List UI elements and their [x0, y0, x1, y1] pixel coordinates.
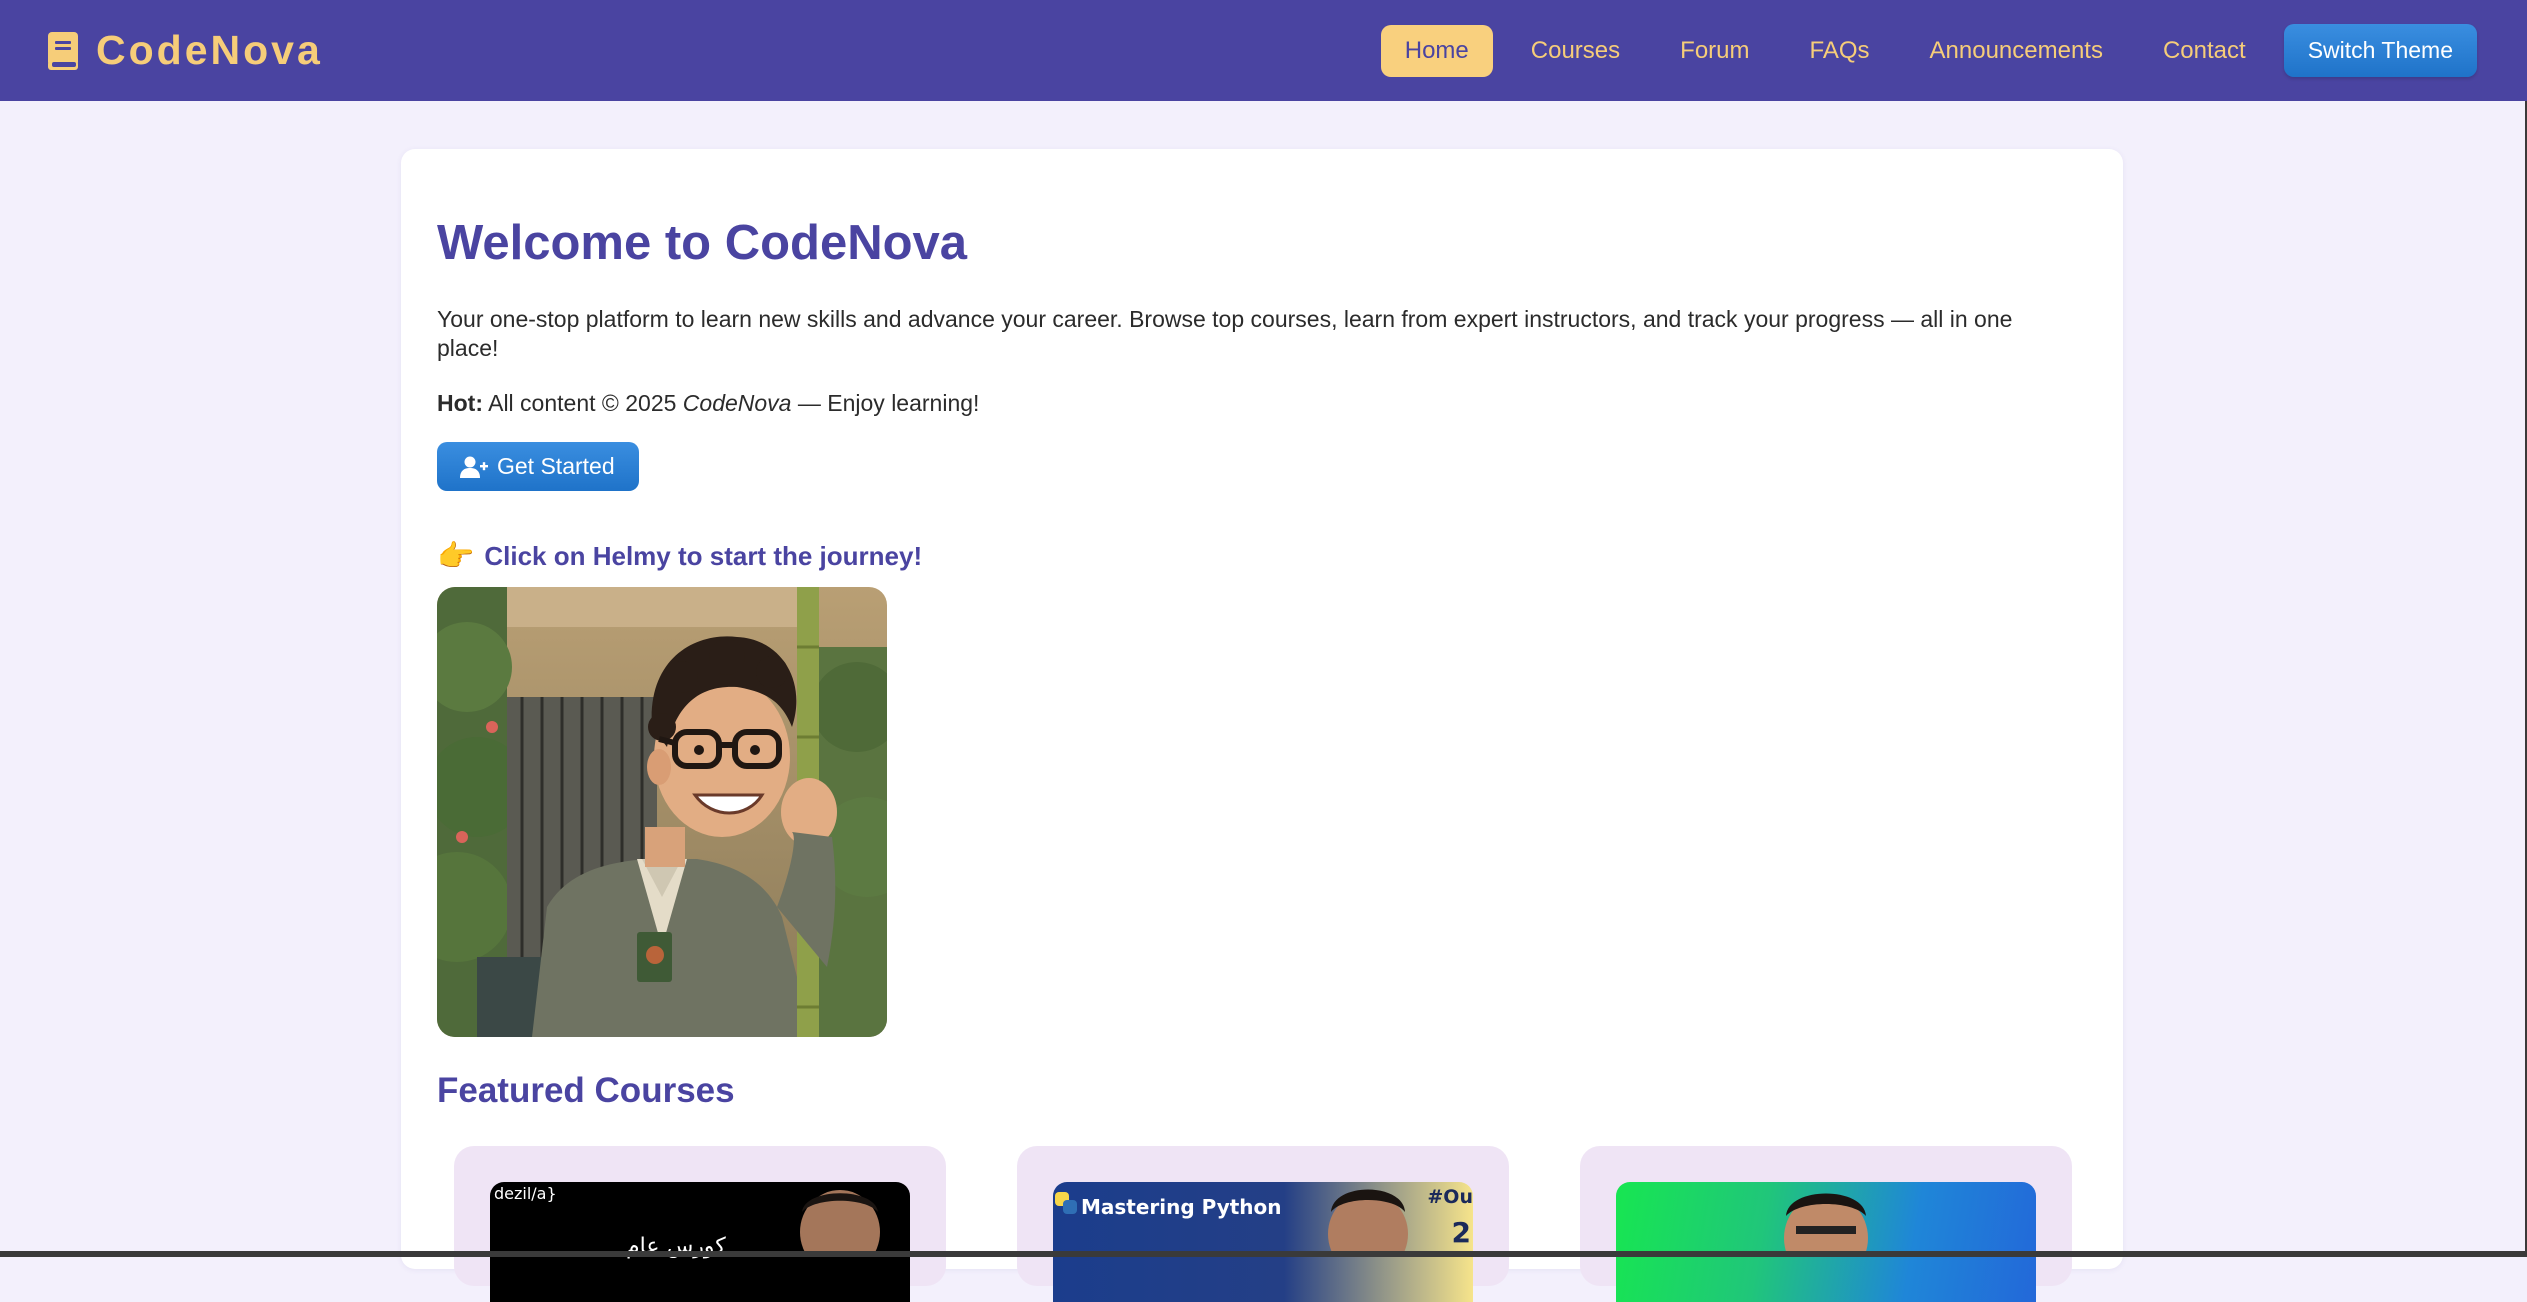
hot-notice: Hot: All content © 2025 CodeNova — Enjoy… — [437, 389, 979, 418]
nav-links: Home Courses Forum FAQs Announcements Co… — [1381, 24, 2477, 77]
switch-theme-button[interactable]: Switch Theme — [2284, 24, 2477, 77]
featured-courses-list: dezil/a} كورس عام Mastering Python #Ou — [454, 1146, 2072, 1266]
brand-name: CodeNova — [96, 27, 323, 74]
course-card[interactable]: dezil/a} كورس عام — [454, 1146, 946, 1286]
python-logo-icon — [1053, 1190, 1081, 1218]
user-plus-icon — [459, 455, 489, 479]
helmy-image[interactable] — [437, 587, 887, 1037]
navbar: CodeNova Home Courses Forum FAQs Announc… — [0, 0, 2527, 101]
course-thumb-code: dezil/a} — [494, 1184, 557, 1203]
course-thumb-badge: #Ou — [1427, 1186, 1473, 1208]
course-thumbnail — [1616, 1182, 2036, 1302]
nav-home[interactable]: Home — [1381, 25, 1493, 77]
nav-courses[interactable]: Courses — [1501, 25, 1650, 77]
instructor-photo — [1766, 1182, 1886, 1252]
helmy-prompt: 👉 Click on Helmy to start the journey! — [437, 541, 922, 572]
nav-forum[interactable]: Forum — [1650, 25, 1779, 77]
nav-announcements[interactable]: Announcements — [1900, 25, 2133, 77]
pointing-hand-icon: 👉 — [437, 542, 474, 572]
page-title: Welcome to CodeNova — [437, 215, 967, 271]
helmy-prompt-text: Click on Helmy to start the journey! — [484, 541, 922, 572]
nav-faqs[interactable]: FAQs — [1780, 25, 1900, 77]
course-card[interactable]: Mastering Python #Ou 2 — [1017, 1146, 1509, 1286]
course-thumbnail: dezil/a} كورس عام — [490, 1182, 910, 1302]
instructor-photo — [780, 1182, 900, 1252]
brand-logo[interactable]: CodeNova — [46, 27, 323, 74]
hot-brand: CodeNova — [683, 390, 792, 416]
featured-courses-title: Featured Courses — [437, 1071, 735, 1111]
get-started-label: Get Started — [497, 453, 615, 480]
window-edge-bottom — [0, 1251, 2527, 1257]
get-started-button[interactable]: Get Started — [437, 442, 639, 491]
hot-label: Hot: — [437, 390, 483, 416]
hot-text-before: All content © 2025 — [483, 390, 683, 416]
helmy-illustration — [437, 587, 887, 1037]
course-thumb-title: Mastering Python — [1081, 1195, 1282, 1219]
course-thumbnail: Mastering Python #Ou 2 — [1053, 1182, 1473, 1302]
book-icon — [46, 31, 80, 71]
course-card[interactable] — [1580, 1146, 2072, 1286]
nav-contact[interactable]: Contact — [2133, 25, 2276, 77]
intro-text: Your one-stop platform to learn new skil… — [437, 305, 2077, 363]
course-thumb-badge-2: 2 — [1452, 1216, 1471, 1249]
hot-text-after: — Enjoy learning! — [791, 390, 979, 416]
main-card: Welcome to CodeNova Your one-stop platfo… — [401, 149, 2123, 1269]
instructor-photo — [1313, 1182, 1423, 1252]
